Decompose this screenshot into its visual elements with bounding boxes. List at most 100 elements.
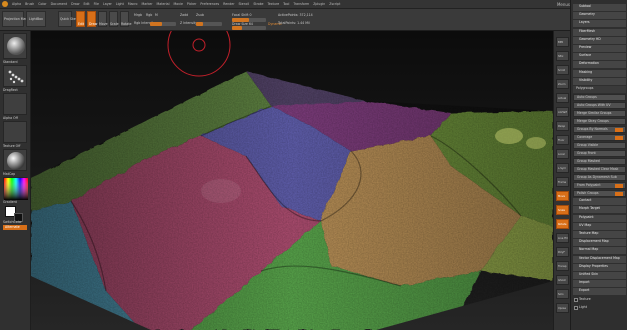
terrain-model[interactable]: [31, 31, 553, 330]
z-intensity-slider[interactable]: [196, 22, 222, 26]
shelf-xpose-button[interactable]: Xpose: [556, 303, 569, 313]
menu-alpha[interactable]: Alpha: [12, 2, 21, 6]
tray-display-properties[interactable]: Display Properties: [573, 263, 626, 271]
shelf-zoom-button[interactable]: Zoom: [556, 79, 569, 89]
tray-groups-by-normals[interactable]: Groups By Normals: [573, 126, 626, 134]
shelf-line-fill-button[interactable]: Line Fill: [556, 233, 569, 243]
menu-texture[interactable]: Texture: [267, 2, 279, 6]
color-picker[interactable]: [3, 177, 28, 200]
rgb-intensity-slider[interactable]: [150, 22, 176, 26]
menu-document[interactable]: Document: [51, 2, 68, 6]
tray-auto-groups-with-uv[interactable]: Auto Groups With UV: [573, 102, 626, 110]
tray-displacement-map[interactable]: Displacement Map: [573, 239, 626, 247]
tray-uv-map[interactable]: UV Map: [573, 222, 626, 230]
draw-size-slider[interactable]: [232, 26, 266, 30]
tray-merge-stray-groups[interactable]: Merge Stray Groups: [573, 118, 626, 126]
lightbox-button[interactable]: LightBox: [26, 11, 46, 27]
tray-slider-fill[interactable]: [615, 136, 623, 141]
shelf-ghost-button[interactable]: Ghost: [556, 275, 569, 285]
menu-picker[interactable]: Picker: [187, 2, 197, 6]
menu-draw[interactable]: Draw: [71, 2, 79, 6]
menu-color[interactable]: Color: [38, 2, 46, 6]
menu-stencil[interactable]: Stencil: [239, 2, 250, 6]
tray-slider-fill[interactable]: [615, 184, 623, 189]
shelf-spix-button[interactable]: SPix: [556, 51, 569, 61]
tray-polygroups[interactable]: Polygroups: [573, 86, 626, 93]
tray-preview[interactable]: Preview: [573, 45, 626, 52]
brush-thumbnail[interactable]: [3, 33, 27, 59]
tray-polish-groups[interactable]: Polish Groups: [573, 190, 626, 198]
menu-macro[interactable]: Macro: [128, 2, 138, 6]
shelf-rotate-button[interactable]: Rotate: [556, 219, 569, 229]
alpha-thumbnail[interactable]: [3, 93, 27, 115]
tray-texture-map[interactable]: Texture Map: [573, 231, 626, 238]
shelf-persp-button[interactable]: Persp: [556, 121, 569, 131]
tray-subtool[interactable]: Subtool: [573, 4, 626, 11]
scale-button[interactable]: Scale: [109, 11, 119, 27]
tray-export[interactable]: Export: [573, 288, 626, 296]
checkbox-icon[interactable]: [574, 297, 578, 302]
tray-merge-similar-groups[interactable]: Merge Similar Groups: [573, 110, 626, 118]
tray-auto-groups[interactable]: Auto Groups: [573, 94, 626, 102]
tray-morph-target[interactable]: Morph Target: [573, 206, 626, 214]
draw-button[interactable]: Draw: [87, 11, 97, 27]
menu-render[interactable]: Render: [223, 2, 234, 6]
menu-transform[interactable]: Transform: [293, 2, 309, 6]
zsub-toggle[interactable]: Zsub: [196, 13, 204, 17]
tray-geometry-hd[interactable]: Geometry HD: [573, 36, 626, 44]
tray-geometry[interactable]: Geometry: [573, 12, 626, 20]
rgb-toggle[interactable]: Rgb: [146, 13, 152, 17]
tray-polypaint[interactable]: Polypaint: [573, 214, 626, 222]
tray-deformation[interactable]: Deformation: [573, 61, 626, 69]
shelf-scroll-button[interactable]: Scroll: [556, 65, 569, 75]
shelf-floor-button[interactable]: Floor: [556, 135, 569, 145]
material-thumbnail[interactable]: [3, 149, 27, 171]
tray-unified-skin[interactable]: Unified Skin: [573, 272, 626, 279]
menu-layer[interactable]: Layer: [103, 2, 112, 6]
texture-thumbnail[interactable]: [3, 121, 27, 143]
tray-layers[interactable]: Layers: [573, 20, 626, 28]
menu-file[interactable]: File: [94, 2, 99, 6]
move-button[interactable]: Move: [98, 11, 108, 27]
mrgb-toggle[interactable]: Mrgb: [134, 13, 142, 17]
projection-master-button[interactable]: Projection Master: [2, 11, 32, 27]
tray-light[interactable]: Light: [573, 305, 626, 312]
shelf-polyf-button[interactable]: PolyF: [556, 247, 569, 257]
shelf-solo-button[interactable]: Solo: [556, 289, 569, 299]
tray-texture[interactable]: Texture: [573, 297, 626, 304]
menu-brush[interactable]: Brush: [25, 2, 34, 6]
tray-group-as-dynamesh-sub[interactable]: Group As Dynamesh Sub: [573, 174, 626, 182]
alternate-button[interactable]: Alternate: [3, 225, 27, 230]
tray-slider-fill[interactable]: [615, 128, 623, 133]
zadd-toggle[interactable]: Zadd: [180, 13, 188, 17]
tray-masking[interactable]: Masking: [573, 69, 626, 77]
shelf-l-sym-button[interactable]: L.Sym: [556, 163, 569, 173]
menu-zscript[interactable]: Zscript: [329, 2, 340, 6]
m-toggle[interactable]: M: [155, 13, 158, 17]
stroke-thumbnail[interactable]: [3, 65, 27, 87]
shelf-scale-button[interactable]: Scale: [556, 205, 569, 215]
switch-color-button[interactable]: SwitchColor: [3, 220, 22, 224]
tray-fibermesh[interactable]: FiberMesh: [573, 28, 626, 36]
edit-button[interactable]: Edit: [76, 11, 85, 27]
shelf-frame-button[interactable]: Frame: [556, 177, 569, 187]
tray-contact[interactable]: Contact: [573, 198, 626, 206]
menu-movie[interactable]: Movie: [173, 2, 182, 6]
tray-import[interactable]: Import: [573, 280, 626, 288]
tray-from-polypaint[interactable]: From Polypaint: [573, 182, 626, 190]
tray-group-masked[interactable]: Group Masked: [573, 158, 626, 166]
menu-light[interactable]: Light: [116, 2, 124, 6]
shelf-local-button[interactable]: Local: [556, 149, 569, 159]
tray-group-masked-clear-mask[interactable]: Group Masked Clear Mask: [573, 166, 626, 174]
checkbox-icon[interactable]: [574, 305, 578, 310]
quick-sketch-button[interactable]: Quick Sketch: [58, 11, 81, 27]
menu-marker[interactable]: Marker: [142, 2, 153, 6]
menu-material[interactable]: Material: [157, 2, 170, 6]
menus-toggle[interactable]: Menus: [557, 2, 570, 7]
tray-group-front[interactable]: Group Front: [573, 150, 626, 158]
tray-coverage[interactable]: Coverage: [573, 134, 626, 142]
tray-normal-map[interactable]: Normal Map: [573, 247, 626, 255]
tray-visibility[interactable]: Visibility: [573, 77, 626, 85]
tray-surface[interactable]: Surface: [573, 53, 626, 61]
shelf-move-button[interactable]: Move: [556, 191, 569, 201]
